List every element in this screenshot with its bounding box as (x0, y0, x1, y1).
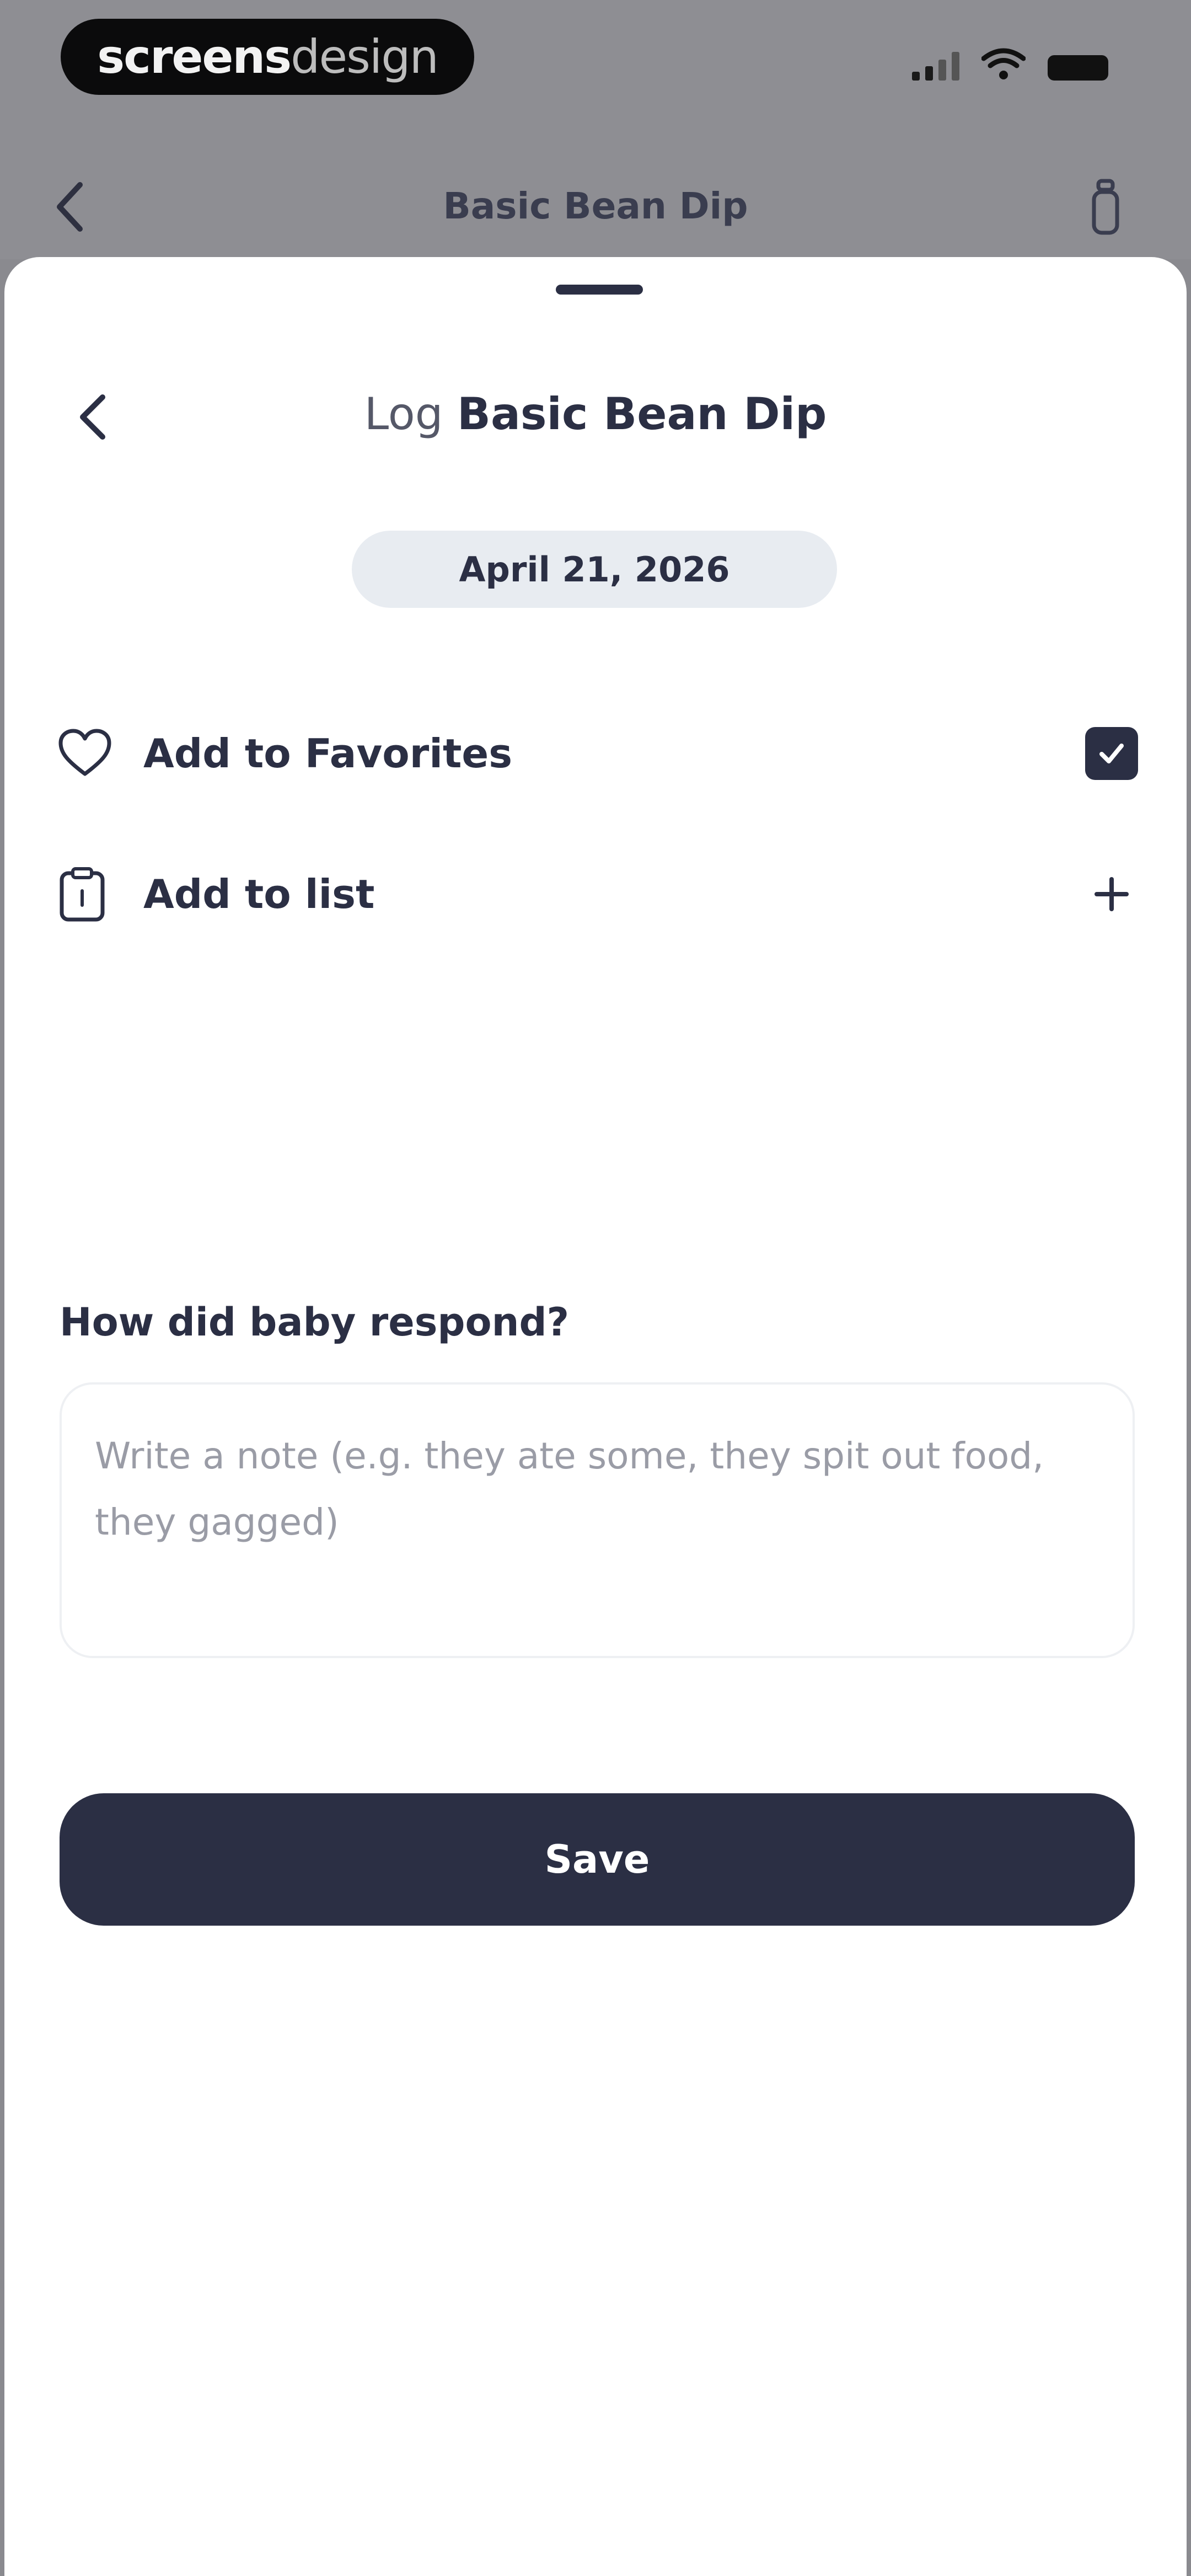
sheet-title: Log Basic Bean Dip (4, 381, 1187, 447)
favorites-label: Add to Favorites (143, 730, 513, 777)
brand-logo: screens design (61, 19, 474, 95)
add-to-list-row[interactable]: Add to list (57, 853, 1138, 936)
response-question: How did baby respond? (60, 1300, 570, 1345)
favorites-checkbox[interactable] (1085, 727, 1138, 780)
wifi-icon (981, 48, 1026, 79)
sheet-title-recipe: Basic Bean Dip (457, 388, 827, 440)
note-input[interactable] (60, 1382, 1135, 1658)
add-to-list-label: Add to list (143, 871, 375, 917)
log-sheet: Log Basic Bean Dip April 21, 2026 Add to… (4, 257, 1187, 2576)
save-button[interactable]: Save (60, 1793, 1135, 1926)
background-page: screens design Basic Bean Dip (0, 0, 1191, 259)
battery-icon (1048, 55, 1108, 81)
date-selector[interactable]: April 21, 2026 (352, 531, 837, 608)
plus-icon[interactable] (1085, 868, 1138, 921)
brand-text-primary: screens (97, 30, 292, 84)
brand-text-secondary: design (291, 30, 439, 84)
checkmark-icon (1099, 744, 1124, 763)
favorites-row[interactable]: Add to Favorites (57, 712, 1138, 795)
status-icons (912, 47, 1108, 81)
sheet-grabber-handle[interactable] (556, 285, 643, 295)
clipboard-icon (57, 864, 118, 924)
background-page-title: Basic Bean Dip (443, 185, 748, 227)
cellular-signal-icon (912, 50, 959, 81)
heart-icon (57, 723, 118, 784)
baby-bottle-icon[interactable] (1086, 177, 1125, 237)
sheet-title-prefix: Log (364, 388, 443, 440)
